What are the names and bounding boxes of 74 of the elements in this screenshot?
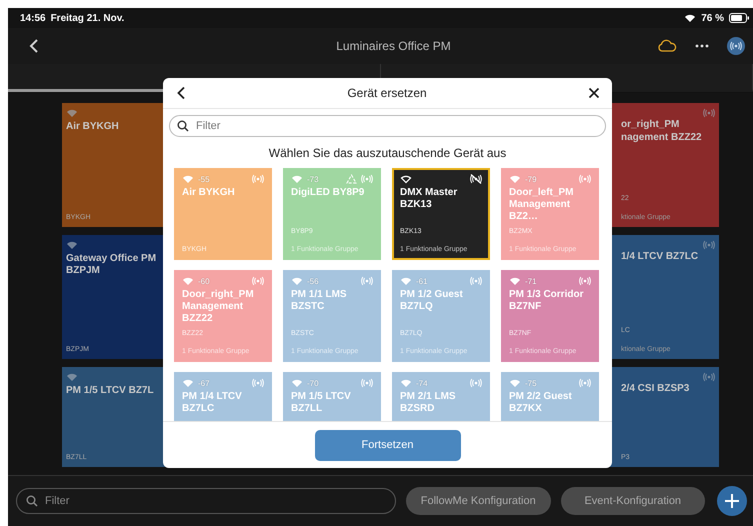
device-name: PM 1/4 LTCV BZ7LC [182,391,243,415]
battery-icon [729,13,749,23]
device-name: 1/4 LTCV BZ7LC [621,251,700,263]
wifi-icon [400,378,412,388]
signal-strength: -73 [307,174,319,184]
wifi-icon [509,174,521,184]
dialog-title: Gerät ersetzen [347,86,427,100]
device-name: nagement BZZ22 [621,132,703,144]
signal-strength: -79 [525,174,537,184]
signal-strength: -74 [416,378,428,388]
wifi-icon [66,372,78,382]
wifi-icon [400,174,412,184]
device-name: 2/4 CSI BZSP3 [621,383,690,395]
wifi-icon [684,13,696,23]
device-tile[interactable]: -67 PM 1/4 LTCV BZ7LC [174,372,272,421]
config-button[interactable]: Event-Konfiguration [560,487,705,515]
device-name: DigiLED BY8P9 [291,187,366,199]
device-name: PM 2/1 LMS BZSRD [400,391,457,415]
back-icon[interactable] [176,86,186,100]
status-date: Freitag 21. Nov. [50,12,124,24]
device-name: Air BYKGH [182,187,236,199]
device-name: or_right_PM [621,119,680,131]
wifi-icon [291,174,303,184]
search-icon [26,495,38,507]
device-name: DMX Master BZK13 [400,187,458,211]
device-name: Door_right_PM Management BZZ22 [182,289,255,325]
device-tile[interactable]: -75 PM 2/2 Guest BZ7KX [501,372,599,421]
signal-strength: -75 [525,378,537,388]
cloud-icon[interactable] [657,39,677,53]
status-time: 14:56 [20,12,46,24]
signal-strength: -56 [307,276,319,286]
filter-field[interactable]: Filter [169,115,606,137]
wifi-icon [400,276,412,286]
device-tile[interactable]: -70 PM 1/5 LTCV BZ7LL [283,372,381,421]
wifi-icon [291,276,303,286]
wifi-icon [291,378,303,388]
dialog-heading: Wählen Sie das auszutauschende Gerät aus [268,146,508,160]
signal-strength: -60 [198,276,210,286]
filter-field[interactable]: Filter [16,488,396,514]
device-name: PM 1/3 Corridor BZ7NF [509,289,584,313]
device-name: PM 1/5 LTCV BZ7L [66,385,155,397]
signal-strength: -70 [307,378,319,388]
wifi-icon [182,378,194,388]
broadcast-icon[interactable] [727,37,745,55]
add-button[interactable] [717,486,747,516]
device-name: PM 1/1 LMS BZSTC [291,289,348,313]
signal-strength: -67 [198,378,210,388]
device-name: Door_left_PM Management BZ2… [509,187,574,223]
signal-strength: -71 [525,276,537,286]
wifi-icon [509,378,521,388]
more-icon[interactable] [695,44,709,48]
wifi-icon [66,240,78,250]
config-button[interactable]: FollowMe Konfiguration [406,487,550,515]
back-icon[interactable] [28,38,40,54]
screen-title: Luminaires Office PM [335,39,452,53]
wifi-icon [182,276,194,286]
close-icon[interactable] [588,87,600,99]
device-name: Air BYKGH [66,121,120,133]
device-name: PM 1/2 Guest BZ7LQ [400,289,464,313]
battery-percent: 76 % [701,12,724,24]
wifi-icon [66,108,78,118]
broadcast-icon [703,240,715,250]
search-icon [177,120,189,132]
continue-button[interactable]: Fortsetzen [314,430,460,460]
wifi-icon [509,276,521,286]
device-name: PM 1/5 LTCV BZ7LL [291,391,352,415]
broadcast-icon [703,372,715,382]
device-tile[interactable]: -74 PM 2/1 LMS BZSRD [392,372,490,421]
device-name: Gateway Office PM BZPJM [66,253,158,277]
signal-strength: -55 [198,174,210,184]
device-name: PM 2/2 Guest BZ7KX [509,391,573,415]
broadcast-icon [703,108,715,118]
wifi-icon [182,174,194,184]
signal-strength: -61 [416,276,428,286]
